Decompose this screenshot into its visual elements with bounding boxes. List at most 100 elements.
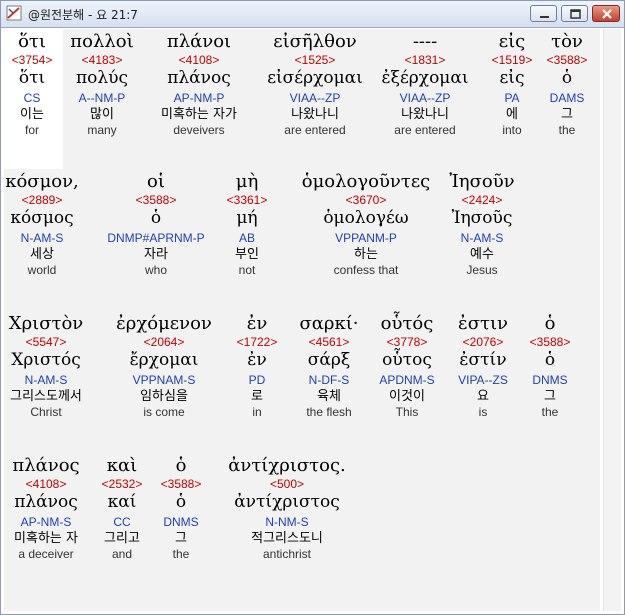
lemma: κόσμος bbox=[10, 208, 74, 228]
word-block[interactable]: εἰς <1519> εἰς PA 에 into bbox=[487, 31, 537, 137]
word-block[interactable]: εἰσῆλθον <1525> εἰσέρχομαι VIAA--ZP 나왔나니 are … bbox=[258, 31, 372, 137]
maximize-icon bbox=[570, 9, 581, 19]
parsing-code: N-AM-S bbox=[24, 373, 68, 387]
english-gloss: the bbox=[172, 547, 190, 561]
greek-word: πλάνος bbox=[12, 455, 80, 476]
greek-word: ὁμολογοῦντες bbox=[301, 171, 431, 192]
parsing-code: N-NM-S bbox=[265, 515, 309, 529]
korean-gloss: 그 bbox=[561, 107, 573, 122]
greek-word: ἐρχόμενον bbox=[116, 313, 212, 334]
greek-word: τὸν bbox=[551, 31, 583, 52]
strong-number: <4108> bbox=[25, 477, 67, 491]
lemma: οὗτος bbox=[382, 350, 432, 370]
parsing-code: AP-NM-S bbox=[20, 515, 72, 529]
english-gloss: many bbox=[87, 123, 117, 137]
strong-number: <2076> bbox=[462, 335, 504, 349]
word-block[interactable]: ὁ <3588> ὁ DNMS 그 the bbox=[152, 455, 210, 561]
english-gloss: is come bbox=[143, 405, 185, 419]
english-gloss: into bbox=[502, 123, 522, 137]
english-gloss: are entered bbox=[284, 123, 346, 137]
greek-word: πλάνοι bbox=[166, 31, 232, 52]
strong-number: <4183> bbox=[81, 53, 123, 67]
english-gloss: Jesus bbox=[466, 263, 498, 277]
word-block[interactable]: ὅτι <3754> ὅτι CS 이는 for bbox=[4, 31, 61, 137]
word-block[interactable]: οὗτός <3778> οὗτος APDNM-S 이것이 This bbox=[368, 313, 446, 419]
lemma: ὁ bbox=[175, 492, 187, 512]
parsing-code: APDNM-S bbox=[379, 373, 435, 387]
parsing-code: PA bbox=[504, 91, 520, 105]
close-icon bbox=[602, 9, 612, 19]
lemma: πλάνος bbox=[14, 492, 78, 512]
word-block[interactable]: κόσμον, <2889> κόσμος N-AM-S 세상 world bbox=[4, 171, 81, 277]
word-block[interactable]: Ἰησοῦν <2424> Ἰησοῦς N-AM-S 예수 Jesus bbox=[436, 171, 528, 277]
strong-number: <3588> bbox=[160, 477, 202, 491]
lemma: ὅτι bbox=[18, 68, 46, 88]
greek-word: εἰς bbox=[498, 31, 526, 52]
lemma: ἔρχομαι bbox=[129, 350, 199, 370]
parsing-code: DNMP#APRNM-P bbox=[107, 231, 205, 245]
korean-gloss: 그 bbox=[544, 389, 556, 404]
lemma: πλάνος bbox=[167, 68, 231, 88]
word-block[interactable]: πλάνος <4108> πλάνος AP-NM-S 미혹하는 자a deceive… bbox=[6, 455, 86, 561]
korean-gloss: 예수 bbox=[470, 247, 494, 262]
close-button[interactable] bbox=[592, 5, 620, 22]
greek-word: μὴ bbox=[235, 171, 259, 192]
vertical-scrollbar[interactable] bbox=[603, 29, 621, 611]
word-block[interactable]: οἱ <3588> ὁ DNMP#APRNM-P 자라 who bbox=[100, 171, 212, 277]
word-block[interactable]: καὶ <2532> καί CC 그리고 and bbox=[90, 455, 154, 561]
english-gloss: who bbox=[144, 263, 167, 277]
lemma: πολύς bbox=[75, 68, 129, 88]
word-block[interactable]: ὁ <3588> ὁ DNMS 그 the bbox=[521, 313, 579, 419]
lemma: ἐστίν bbox=[459, 350, 507, 370]
word-block[interactable]: ἀντίχριστος. <500> ἀντίχριστος N-NM-S 적그리스도니… bbox=[212, 455, 362, 561]
word-block[interactable]: ἐρχόμενον <2064> ἔρχομαι VPPNAM-S 임하심을 is com… bbox=[106, 313, 222, 419]
greek-word: ἐν bbox=[246, 313, 268, 334]
word-block[interactable]: ὁμολογοῦντες <3670> ὁμολογέω VPPANM-P 하는 conf… bbox=[294, 171, 438, 277]
greek-word: Ἰησοῦν bbox=[449, 171, 515, 192]
parsing-code: N-DF-S bbox=[308, 373, 350, 387]
english-gloss: for bbox=[24, 123, 39, 137]
english-gloss: world bbox=[27, 263, 57, 277]
maximize-button[interactable] bbox=[561, 5, 588, 22]
app-logo-icon bbox=[6, 5, 22, 21]
word-block[interactable]: πλάνοι <4108> πλάνος AP-NM-P 미혹하는 자가 deveiver… bbox=[146, 31, 252, 137]
korean-gloss: 자라 bbox=[144, 247, 168, 262]
strong-number: <1831> bbox=[404, 53, 446, 67]
strong-number: <3588> bbox=[135, 193, 177, 207]
interlinear-panel: ὅτι <3754> ὅτι CS 이는 for πολλοὶ <4183> πολύς A--N… bbox=[4, 29, 600, 611]
english-gloss: the bbox=[541, 405, 559, 419]
word-block[interactable]: ἐστιν <2076> ἐστίν VIPA--ZS 요 is bbox=[446, 313, 520, 419]
strong-number: <1525> bbox=[294, 53, 336, 67]
minimize-button[interactable] bbox=[530, 5, 557, 22]
word-block[interactable]: μὴ <3361> μή AB 부인 not bbox=[215, 171, 279, 277]
greek-word: καὶ bbox=[106, 455, 138, 476]
parsing-code: VIAA--ZP bbox=[399, 91, 451, 105]
korean-gloss: 그 bbox=[175, 531, 187, 546]
korean-gloss: 많이 bbox=[90, 107, 114, 122]
app-window: @원전분해 - 요 21:7 ὅτι <3754> ὅτι CS 이는 for πολλοὶ… bbox=[0, 0, 625, 615]
title-bar[interactable]: @원전분해 - 요 21:7 bbox=[1, 1, 624, 28]
english-gloss: the flesh bbox=[306, 405, 352, 419]
strong-number: <500> bbox=[269, 477, 305, 491]
korean-gloss: 그리고 bbox=[104, 531, 140, 546]
strong-number: <1519> bbox=[491, 53, 533, 67]
korean-gloss: 부인 bbox=[235, 247, 259, 262]
greek-word: οἱ bbox=[147, 171, 165, 192]
lemma: σάρξ bbox=[307, 350, 351, 370]
greek-word: ---- bbox=[412, 31, 438, 52]
word-block[interactable]: σαρκί· <4561> σάρξ N-DF-S 육체 the flesh bbox=[290, 313, 368, 419]
word-block[interactable]: ---- <1831> ἐξέρχομαι VIAA--ZP 나왔나니 are enter… bbox=[377, 31, 473, 137]
parsing-code: DNMS bbox=[532, 373, 568, 387]
strong-number: <5547> bbox=[25, 335, 67, 349]
strong-number: <3670> bbox=[345, 193, 387, 207]
strong-number: <4561> bbox=[308, 335, 350, 349]
word-block[interactable]: τὸν <3588> ὁ DAMS 그 the bbox=[538, 31, 596, 137]
word-block[interactable]: πολλοὶ <4183> πολύς A--NM-P 많이 many bbox=[56, 31, 148, 137]
lemma: ὁ bbox=[561, 68, 573, 88]
english-gloss: is bbox=[478, 405, 488, 419]
word-block[interactable]: ἐν <1722> ἐν PD 로 in bbox=[230, 313, 284, 419]
parsing-code: A--NM-P bbox=[78, 91, 126, 105]
word-block[interactable]: Χριστὸν <5547> Χριστός N-AM-S 그리스도께서 Christ bbox=[7, 313, 85, 419]
strong-number: <2424> bbox=[461, 193, 503, 207]
greek-word: ὁ bbox=[175, 455, 187, 476]
